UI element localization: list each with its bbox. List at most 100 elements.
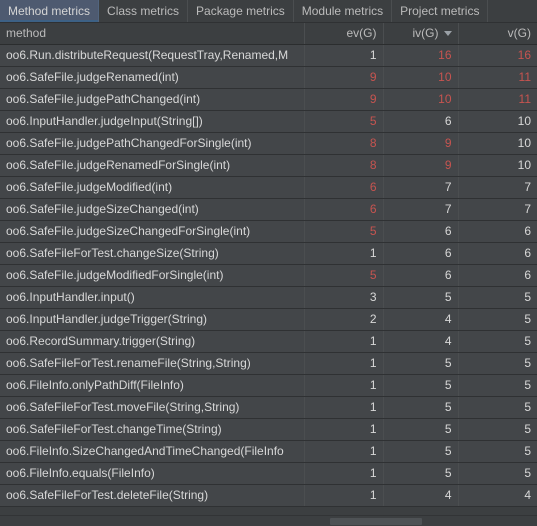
table-row[interactable]: oo6.FileInfo.onlyPathDiff(FileInfo) 1 5 5 <box>0 374 537 397</box>
triangle-down-icon <box>443 30 452 36</box>
cell-iv: 4 <box>383 330 459 353</box>
tab-module-metrics[interactable]: Module metrics <box>293 0 393 22</box>
cell-iv: 7 <box>383 176 459 199</box>
table-row[interactable]: oo6.SafeFileForTest.changeTime(String) 1 5… <box>0 418 537 441</box>
cell-ev: 1 <box>304 396 384 419</box>
cell-ev: 8 <box>304 132 384 155</box>
tab-project-metrics[interactable]: Project metrics <box>392 0 489 22</box>
cell-v: 11 <box>458 88 537 111</box>
cell-method: oo6.FileInfo.onlyPathDiff(FileInfo) <box>0 374 305 397</box>
table-row[interactable]: oo6.SafeFileForTest.changeSize(String) 1 6… <box>0 242 537 265</box>
cell-iv: 4 <box>383 484 459 507</box>
table-row[interactable]: oo6.SafeFile.judgeRenamed(int) 9 10 11 <box>0 66 537 89</box>
cell-ev: 1 <box>304 352 384 375</box>
cell-ev: 9 <box>304 88 384 111</box>
cell-ev: 1 <box>304 418 384 441</box>
cell-iv: 9 <box>383 154 459 177</box>
table-row[interactable]: oo6.SafeFile.judgeModifiedForSingle(int)… <box>0 264 537 287</box>
table-row[interactable]: oo6.InputHandler.input() 3 5 5 <box>0 286 537 309</box>
cell-v: 7 <box>458 176 537 199</box>
cell-method: oo6.SafeFileForTest.changeTime(String) <box>0 418 305 441</box>
column-header-iv[interactable]: iv(G) <box>383 23 459 45</box>
cell-method: oo6.InputHandler.judgeTrigger(String) <box>0 308 305 331</box>
cell-method: oo6.SafeFile.judgeModified(int) <box>0 176 305 199</box>
column-header-v[interactable]: v(G) <box>458 23 537 45</box>
cell-v: 5 <box>458 330 537 353</box>
cell-method: oo6.InputHandler.judgeInput(String[]) <box>0 110 305 133</box>
cell-iv: 5 <box>383 396 459 419</box>
cell-ev: 2 <box>304 308 384 331</box>
cell-v: 5 <box>458 440 537 463</box>
column-header-iv-label: iv(G) <box>412 26 439 41</box>
cell-method: oo6.SafeFile.judgePathChanged(int) <box>0 88 305 111</box>
cell-v: 5 <box>458 374 537 397</box>
cell-iv: 9 <box>383 132 459 155</box>
cell-ev: 1 <box>304 44 384 67</box>
cell-ev: 5 <box>304 110 384 133</box>
tab-class-metrics[interactable]: Class metrics <box>99 0 189 22</box>
cell-iv: 4 <box>383 308 459 331</box>
cell-ev: 1 <box>304 374 384 397</box>
table-row[interactable]: oo6.Run.distributeRequest(RequestTray,Re… <box>0 44 537 67</box>
cell-iv: 10 <box>383 66 459 89</box>
cell-ev: 1 <box>304 484 384 507</box>
table-row[interactable]: oo6.SafeFileForTest.renameFile(String,St… <box>0 352 537 375</box>
cell-v: 7 <box>458 198 537 221</box>
table-row[interactable]: oo6.SafeFile.judgeRenamedForSingle(int) 8… <box>0 154 537 177</box>
cell-v: 5 <box>458 308 537 331</box>
cell-method: oo6.FileInfo.SizeChangedAndTimeChanged(F… <box>0 440 305 463</box>
cell-iv: 6 <box>383 220 459 243</box>
table-row[interactable]: oo6.SafeFile.judgePathChanged(int) 9 10 11 <box>0 88 537 111</box>
cell-method: oo6.SafeFile.judgeRenamed(int) <box>0 66 305 89</box>
horizontal-scrollbar-thumb[interactable] <box>330 518 422 525</box>
table-row[interactable]: oo6.InputHandler.judgeInput(String[]) 5 6 1… <box>0 110 537 133</box>
cell-ev: 1 <box>304 462 384 485</box>
table-row[interactable]: oo6.SafeFile.judgeSizeChanged(int) 6 7 7 <box>0 198 537 221</box>
table-row[interactable]: oo6.RecordSummary.trigger(String) 1 4 5 <box>0 330 537 353</box>
table-row[interactable]: oo6.SafeFile.judgeModified(int) 6 7 7 <box>0 176 537 199</box>
cell-iv: 16 <box>383 44 459 67</box>
metrics-tab-bar: Method metrics Class metrics Package metri… <box>0 0 537 23</box>
cell-v: 6 <box>458 264 537 287</box>
cell-v: 11 <box>458 66 537 89</box>
method-metrics-table: method ev(G) iv(G) v(G) oo6.Run.distribu… <box>0 23 537 507</box>
cell-v: 5 <box>458 462 537 485</box>
table-row[interactable]: oo6.SafeFile.judgePathChangedForSingle(i… <box>0 132 537 155</box>
table-row[interactable]: oo6.FileInfo.equals(FileInfo) 1 5 5 <box>0 462 537 485</box>
cell-method: oo6.SafeFileForTest.renameFile(String,St… <box>0 352 305 375</box>
table-row[interactable]: oo6.SafeFileForTest.moveFile(String,Stri… <box>0 396 537 419</box>
cell-ev: 3 <box>304 286 384 309</box>
cell-ev: 6 <box>304 176 384 199</box>
table-row[interactable]: oo6.SafeFileForTest.deleteFile(String) 1 4… <box>0 484 537 507</box>
table-row[interactable]: oo6.FileInfo.SizeChangedAndTimeChanged(F… <box>0 440 537 463</box>
cell-method: oo6.SafeFile.judgePathChangedForSingle(i… <box>0 132 305 155</box>
cell-ev: 8 <box>304 154 384 177</box>
cell-method: oo6.FileInfo.equals(FileInfo) <box>0 462 305 485</box>
cell-v: 5 <box>458 352 537 375</box>
cell-iv: 5 <box>383 462 459 485</box>
cell-v: 10 <box>458 154 537 177</box>
cell-iv: 7 <box>383 198 459 221</box>
tab-method-metrics[interactable]: Method metrics <box>0 0 100 22</box>
cell-method: oo6.Run.distributeRequest(RequestTray,Re… <box>0 44 305 67</box>
table-row[interactable]: oo6.InputHandler.judgeTrigger(String) 2 4 5 <box>0 308 537 331</box>
cell-v: 5 <box>458 396 537 419</box>
cell-ev: 6 <box>304 198 384 221</box>
cell-iv: 6 <box>383 110 459 133</box>
cell-method: oo6.SafeFileForTest.changeSize(String) <box>0 242 305 265</box>
cell-v: 6 <box>458 220 537 243</box>
cell-iv: 5 <box>383 352 459 375</box>
tab-package-metrics[interactable]: Package metrics <box>188 0 294 22</box>
horizontal-scrollbar[interactable] <box>0 515 537 526</box>
table-row[interactable]: oo6.SafeFile.judgeSizeChangedForSingle(i… <box>0 220 537 243</box>
metrics-table-scroll-area[interactable]: method ev(G) iv(G) v(G) oo6.Run.distribu… <box>0 23 537 526</box>
column-header-method[interactable]: method <box>0 23 305 45</box>
cell-method: oo6.InputHandler.input() <box>0 286 305 309</box>
table-header: method ev(G) iv(G) v(G) <box>0 23 537 45</box>
cell-iv: 5 <box>383 440 459 463</box>
cell-iv: 6 <box>383 264 459 287</box>
cell-method: oo6.SafeFile.judgeModifiedForSingle(int) <box>0 264 305 287</box>
cell-iv: 5 <box>383 286 459 309</box>
cell-method: oo6.RecordSummary.trigger(String) <box>0 330 305 353</box>
column-header-ev[interactable]: ev(G) <box>304 23 384 45</box>
